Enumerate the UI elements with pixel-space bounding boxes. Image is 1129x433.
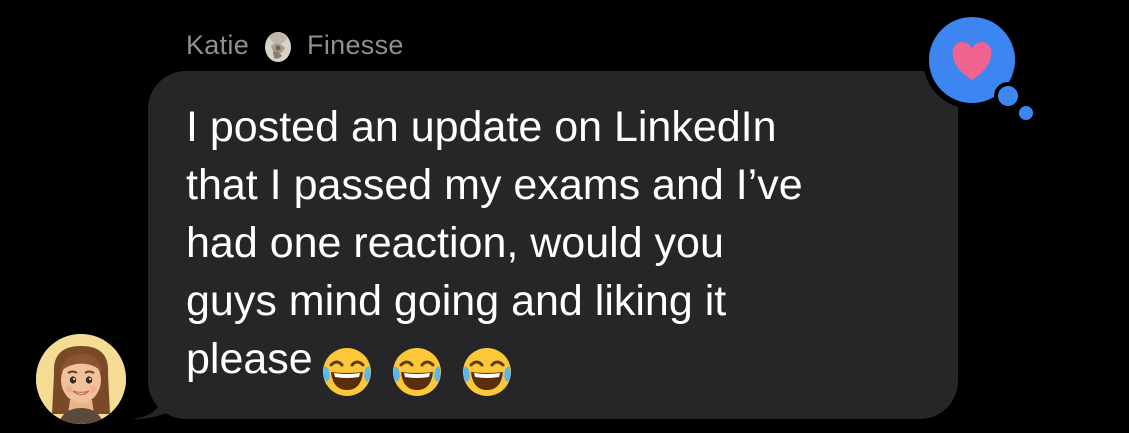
heart-reaction-badge[interactable] [916, 6, 1046, 126]
message-thread: Katie Finesse I posted an update on Link… [0, 0, 1129, 433]
memoji-avatar-icon [36, 334, 126, 424]
avatar[interactable] [36, 334, 126, 424]
message-line: had one reaction, would you [186, 219, 724, 267]
message-line: I posted an update on LinkedIn [186, 103, 777, 151]
message-text: I posted an update on LinkedIn that I pa… [186, 98, 946, 400]
sender-name-row: Katie Finesse [186, 26, 404, 64]
message-line: please [186, 335, 313, 383]
shell-icon [265, 32, 292, 62]
message-line: that I passed my exams and I’ve [186, 161, 803, 209]
sender-first-name: Katie [186, 29, 250, 60]
message-last-line: please [186, 330, 946, 400]
emoji-group [319, 340, 529, 400]
face-with-tears-of-joy-icon [392, 347, 441, 396]
face-with-tears-of-joy-icon [462, 347, 511, 396]
face-with-tears-of-joy-icon [322, 347, 371, 396]
sender-last-name: Finesse [307, 29, 404, 60]
message-line: guys mind going and liking it [186, 277, 727, 325]
